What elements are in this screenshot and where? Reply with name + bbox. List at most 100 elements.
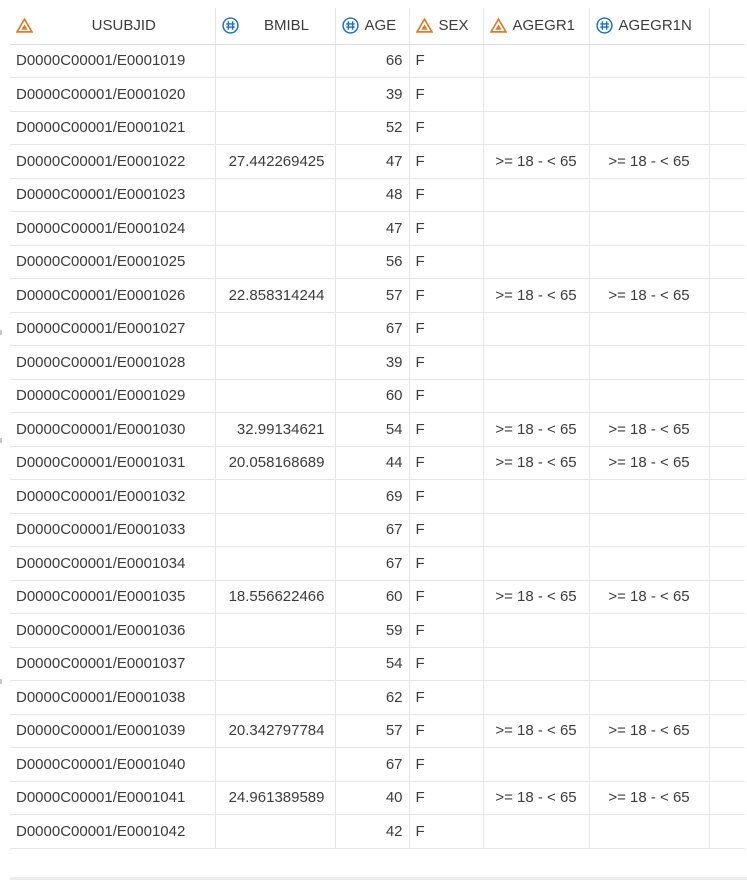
cell-age[interactable]: 67 — [335, 312, 410, 346]
cell-usubjid[interactable]: D0000C00001/E0001024 — [10, 211, 216, 246]
cell-usubjid[interactable]: D0000C00001/E0001037 — [10, 647, 216, 681]
cell-usubjid[interactable]: D0000C00001/E0001035 — [10, 580, 216, 614]
cell-usubjid[interactable]: D0000C00001/E0001021 — [10, 111, 216, 145]
table-row[interactable]: D0000C00001/E0001031 20.058168689 44 F >= 18… — [10, 446, 745, 480]
cell-sex[interactable]: F — [409, 245, 484, 279]
cell-agegr1[interactable] — [483, 111, 590, 145]
table-row[interactable]: D0000C00001/E0001024 47 F — [10, 211, 745, 246]
cell-agegr1n[interactable]: >= 18 - < 65 — [589, 781, 710, 815]
cell-age[interactable]: 39 — [335, 345, 410, 380]
table-row[interactable]: D0000C00001/E0001019 66 F — [10, 44, 745, 78]
cell-bmibl[interactable] — [215, 211, 336, 246]
cell-agegr1[interactable] — [483, 77, 590, 112]
cell-sex[interactable]: F — [409, 479, 484, 514]
cell-age[interactable]: 39 — [335, 77, 410, 112]
cell-usubjid[interactable]: D0000C00001/E0001028 — [10, 345, 216, 380]
cell-agegr1n[interactable] — [589, 647, 710, 681]
cell-age[interactable]: 54 — [335, 647, 410, 681]
cell-bmibl[interactable] — [215, 546, 336, 581]
cell-age[interactable]: 59 — [335, 613, 410, 648]
cell-sex[interactable]: F — [409, 379, 484, 413]
cell-agegr1[interactable]: >= 18 - < 65 — [483, 412, 590, 447]
table-row[interactable]: D0000C00001/E0001041 24.961389589 40 F >= 18… — [10, 781, 745, 815]
cell-usubjid[interactable]: D0000C00001/E0001031 — [10, 446, 216, 480]
cell-agegr1[interactable] — [483, 546, 590, 581]
cell-sex[interactable]: F — [409, 580, 484, 614]
cell-usubjid[interactable]: D0000C00001/E0001030 — [10, 412, 216, 447]
cell-age[interactable]: 67 — [335, 513, 410, 547]
cell-sex[interactable]: F — [409, 312, 484, 346]
cell-bmibl[interactable]: 22.858314244 — [215, 278, 336, 313]
cell-usubjid[interactable]: D0000C00001/E0001027 — [10, 312, 216, 346]
cell-agegr1[interactable] — [483, 211, 590, 246]
cell-agegr1[interactable] — [483, 479, 590, 514]
cell-bmibl[interactable]: 27.442269425 — [215, 144, 336, 179]
column-header-usubjid[interactable]: USUBJID — [10, 8, 216, 45]
cell-usubjid[interactable]: D0000C00001/E0001041 — [10, 781, 216, 815]
cell-agegr1[interactable]: >= 18 - < 65 — [483, 446, 590, 480]
cell-agegr1n[interactable] — [589, 747, 710, 782]
cell-agegr1[interactable] — [483, 747, 590, 782]
cell-agegr1[interactable] — [483, 379, 590, 413]
table-row[interactable]: D0000C00001/E0001034 67 F — [10, 546, 745, 581]
cell-usubjid[interactable]: D0000C00001/E0001036 — [10, 613, 216, 648]
column-header-bmibl[interactable]: BMIBL — [215, 8, 336, 45]
cell-age[interactable]: 44 — [335, 446, 410, 480]
table-row[interactable]: D0000C00001/E0001021 52 F — [10, 111, 745, 145]
cell-usubjid[interactable]: D0000C00001/E0001039 — [10, 714, 216, 748]
cell-bmibl[interactable] — [215, 680, 336, 715]
cell-bmibl[interactable]: 32.99134621 — [215, 412, 336, 447]
cell-agegr1n[interactable] — [589, 245, 710, 279]
cell-agegr1n[interactable]: >= 18 - < 65 — [589, 580, 710, 614]
cell-agegr1n[interactable]: >= 18 - < 65 — [589, 714, 710, 748]
table-row[interactable]: D0000C00001/E0001033 67 F — [10, 513, 745, 547]
cell-usubjid[interactable]: D0000C00001/E0001040 — [10, 747, 216, 782]
table-row[interactable]: D0000C00001/E0001037 54 F — [10, 647, 745, 681]
table-row[interactable]: D0000C00001/E0001026 22.858314244 57 F >= 18… — [10, 278, 745, 313]
cell-sex[interactable]: F — [409, 814, 484, 849]
cell-agegr1n[interactable] — [589, 379, 710, 413]
cell-agegr1[interactable] — [483, 245, 590, 279]
cell-age[interactable]: 69 — [335, 479, 410, 514]
cell-age[interactable]: 42 — [335, 814, 410, 849]
cell-sex[interactable]: F — [409, 345, 484, 380]
cell-agegr1n[interactable] — [589, 546, 710, 581]
cell-sex[interactable]: F — [409, 111, 484, 145]
cell-agegr1[interactable] — [483, 513, 590, 547]
cell-age[interactable]: 48 — [335, 178, 410, 212]
cell-usubjid[interactable]: D0000C00001/E0001034 — [10, 546, 216, 581]
cell-age[interactable]: 60 — [335, 580, 410, 614]
cell-sex[interactable]: F — [409, 446, 484, 480]
table-row[interactable]: D0000C00001/E0001035 18.556622466 60 F >= 18… — [10, 580, 745, 614]
cell-bmibl[interactable] — [215, 814, 336, 849]
table-row[interactable]: D0000C00001/E0001032 69 F — [10, 479, 745, 514]
cell-agegr1n[interactable] — [589, 178, 710, 212]
cell-age[interactable]: 47 — [335, 211, 410, 246]
cell-sex[interactable]: F — [409, 178, 484, 212]
cell-age[interactable]: 67 — [335, 747, 410, 782]
cell-agegr1n[interactable] — [589, 312, 710, 346]
cell-bmibl[interactable] — [215, 379, 336, 413]
cell-sex[interactable]: F — [409, 77, 484, 112]
cell-agegr1n[interactable] — [589, 111, 710, 145]
cell-agegr1[interactable] — [483, 814, 590, 849]
cell-age[interactable]: 60 — [335, 379, 410, 413]
cell-agegr1n[interactable] — [589, 814, 710, 849]
cell-agegr1n[interactable] — [589, 211, 710, 246]
cell-age[interactable]: 57 — [335, 278, 410, 313]
column-header-sex[interactable]: SEX — [409, 8, 484, 45]
table-row[interactable]: D0000C00001/E0001040 67 F — [10, 747, 745, 782]
cell-usubjid[interactable]: D0000C00001/E0001020 — [10, 77, 216, 112]
cell-agegr1[interactable] — [483, 312, 590, 346]
cell-bmibl[interactable] — [215, 647, 336, 681]
cell-agegr1n[interactable]: >= 18 - < 65 — [589, 278, 710, 313]
cell-bmibl[interactable]: 24.961389589 — [215, 781, 336, 815]
cell-age[interactable]: 56 — [335, 245, 410, 279]
cell-sex[interactable]: F — [409, 412, 484, 447]
cell-sex[interactable]: F — [409, 211, 484, 246]
table-row[interactable]: D0000C00001/E0001038 62 F — [10, 680, 745, 715]
cell-agegr1n[interactable]: >= 18 - < 65 — [589, 412, 710, 447]
cell-bmibl[interactable] — [215, 479, 336, 514]
cell-sex[interactable]: F — [409, 714, 484, 748]
cell-agegr1[interactable] — [483, 613, 590, 648]
